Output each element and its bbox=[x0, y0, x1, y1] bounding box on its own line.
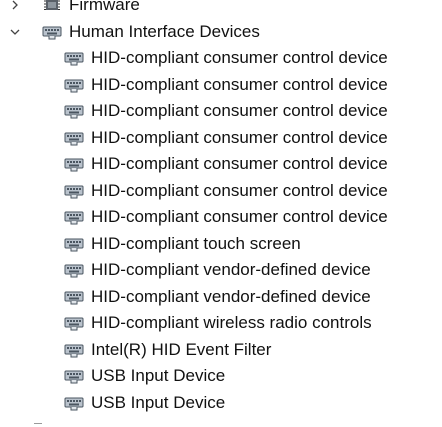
hid-device-icon bbox=[64, 77, 84, 93]
tree-node-device[interactable]: HID-compliant touch screen bbox=[0, 231, 442, 258]
hid-device-icon bbox=[64, 103, 84, 119]
hid-device-icon bbox=[42, 24, 62, 40]
tree-node-label: HID-compliant consumer control device bbox=[91, 48, 388, 68]
tree-node-device[interactable]: HID-compliant consumer control device bbox=[0, 178, 442, 205]
tree-node-label: HID-compliant touch screen bbox=[91, 233, 301, 253]
tree-node-device[interactable]: HID-compliant consumer control device bbox=[0, 125, 442, 152]
tree-connector-line bbox=[34, 423, 42, 424]
tree-node-label: Human Interface Devices bbox=[69, 21, 260, 41]
chevron-right-icon[interactable] bbox=[8, 0, 22, 12]
hid-device-icon bbox=[64, 262, 84, 278]
tree-node-label: HID-compliant wireless radio controls bbox=[91, 313, 372, 333]
tree-node-label: HID-compliant consumer control device bbox=[91, 180, 388, 200]
device-tree: Firmware Human Interface Devices HID-com… bbox=[0, 0, 442, 416]
hid-device-icon bbox=[64, 342, 84, 358]
tree-node-device[interactable]: HID-compliant consumer control device bbox=[0, 45, 442, 72]
tree-node-label: USB Input Device bbox=[91, 366, 226, 386]
tree-node-label: HID-compliant consumer control device bbox=[91, 207, 388, 227]
tree-node-device[interactable]: HID-compliant consumer control device bbox=[0, 72, 442, 99]
tree-node-label: HID-compliant vendor-defined device bbox=[91, 260, 371, 280]
tree-node-label: HID-compliant consumer control device bbox=[91, 154, 388, 174]
tree-node-device[interactable]: HID-compliant consumer control device bbox=[0, 151, 442, 178]
firmware-chip-icon bbox=[42, 0, 62, 13]
tree-node-label: Intel(R) HID Event Filter bbox=[91, 339, 272, 359]
chevron-down-icon[interactable] bbox=[8, 25, 22, 39]
tree-node-device[interactable]: HID-compliant consumer control device bbox=[0, 98, 442, 125]
hid-device-icon bbox=[64, 209, 84, 225]
tree-node-firmware[interactable]: Firmware bbox=[0, 0, 442, 19]
tree-node-device[interactable]: HID-compliant vendor-defined device bbox=[0, 284, 442, 311]
tree-node-device[interactable]: HID-compliant consumer control device bbox=[0, 204, 442, 231]
tree-node-label: Firmware bbox=[69, 0, 140, 15]
tree-node-human-interface-devices[interactable]: Human Interface Devices bbox=[0, 19, 442, 46]
tree-node-label: USB Input Device bbox=[91, 392, 226, 412]
hid-device-icon bbox=[64, 395, 84, 411]
tree-node-device[interactable]: USB Input Device bbox=[0, 363, 442, 390]
tree-node-label: HID-compliant vendor-defined device bbox=[91, 286, 371, 306]
tree-node-device[interactable]: HID-compliant wireless radio controls bbox=[0, 310, 442, 337]
hid-device-icon bbox=[64, 236, 84, 252]
hid-device-icon bbox=[64, 50, 84, 66]
tree-node-label: HID-compliant consumer control device bbox=[91, 74, 388, 94]
hid-device-icon bbox=[64, 315, 84, 331]
tree-node-device[interactable]: HID-compliant vendor-defined device bbox=[0, 257, 442, 284]
hid-device-icon bbox=[64, 183, 84, 199]
hid-device-icon bbox=[64, 130, 84, 146]
hid-device-icon bbox=[64, 368, 84, 384]
tree-node-label: HID-compliant consumer control device bbox=[91, 127, 388, 147]
tree-node-device[interactable]: Intel(R) HID Event Filter bbox=[0, 337, 442, 364]
hid-device-icon bbox=[64, 289, 84, 305]
hid-device-icon bbox=[64, 156, 84, 172]
hid-children-list: HID-compliant consumer control device HID… bbox=[0, 45, 442, 416]
tree-node-label: HID-compliant consumer control device bbox=[91, 101, 388, 121]
tree-node-device[interactable]: USB Input Device bbox=[0, 390, 442, 417]
